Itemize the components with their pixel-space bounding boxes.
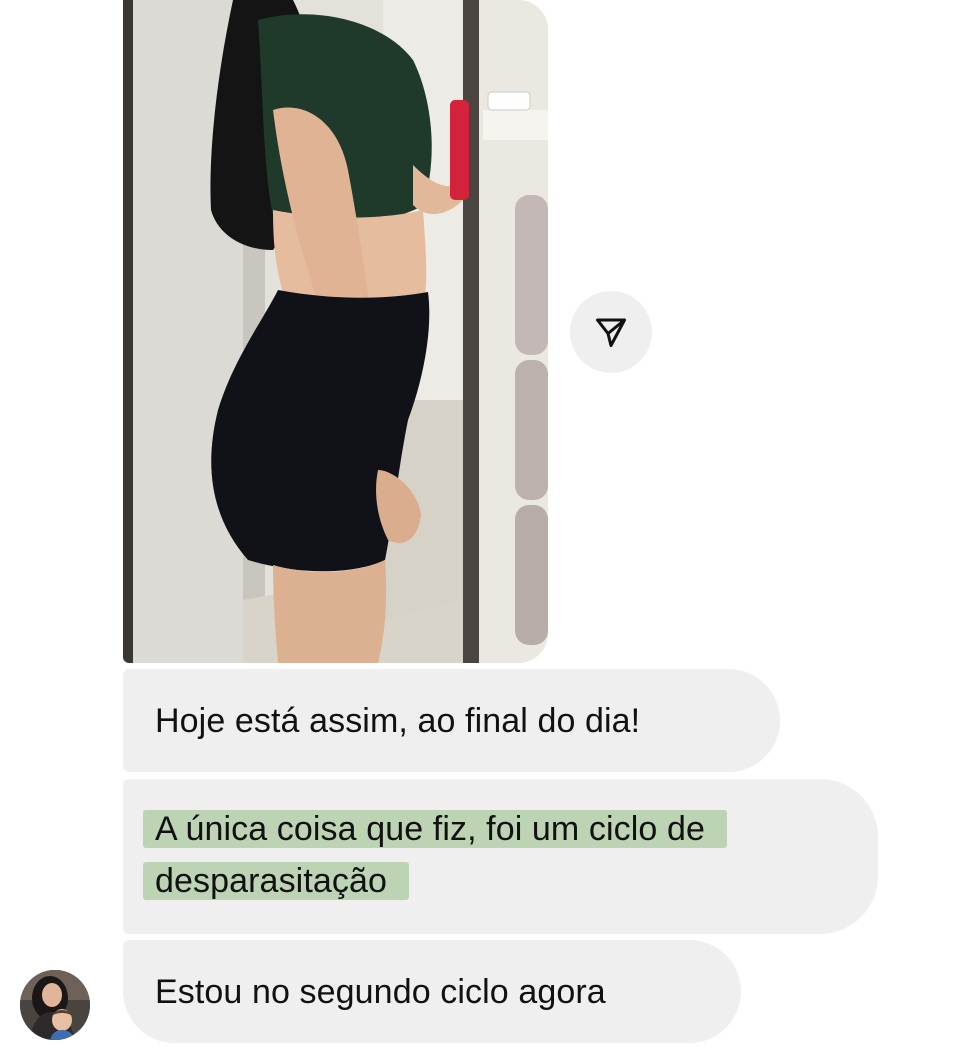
message-text: Estou no segundo ciclo agora [155,972,606,1011]
message-text: Hoje está assim, ao final do dia! [155,701,641,740]
message-bubble[interactable]: Estou no segundo ciclo agora [123,940,741,1043]
highlighted-text: desparasitação [143,862,409,900]
message-line: A única coisa que fiz, foi um ciclo de [143,803,846,855]
paper-plane-icon [596,318,626,347]
mirror-selfie-photo [123,0,548,663]
profile-avatar [20,970,90,1040]
photo-message[interactable] [123,0,548,663]
sender-avatar[interactable] [20,970,90,1040]
message-bubble[interactable]: Hoje está assim, ao final do dia! [123,669,780,772]
share-button[interactable] [570,291,652,373]
message-bubble-highlighted[interactable]: A única coisa que fiz, foi um ciclo de d… [123,779,878,934]
highlighted-text: A única coisa que fiz, foi um ciclo de [143,810,727,848]
message-line: desparasitação [143,855,846,907]
